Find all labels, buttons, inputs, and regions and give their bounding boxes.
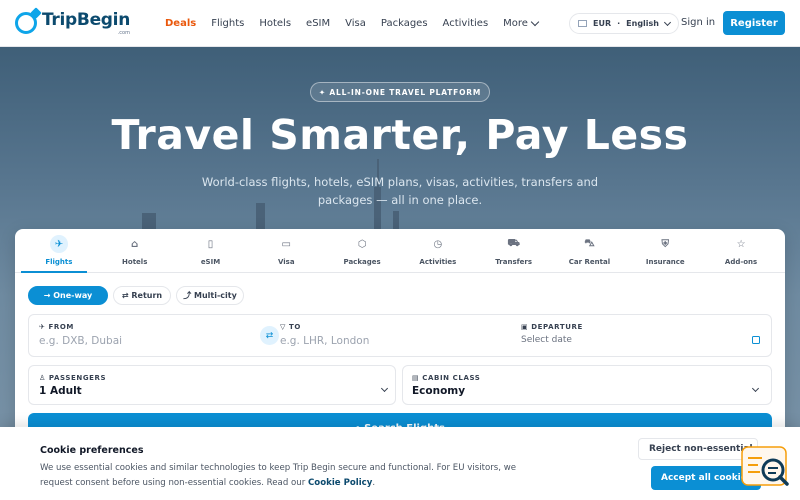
nav-packages[interactable]: Packages (381, 18, 428, 29)
tab-packages[interactable]: ⬡ Packages (324, 229, 400, 272)
nav-more-menu[interactable]: More (503, 17, 540, 29)
tab-label: Visa (277, 258, 295, 266)
trip-type-multi-city[interactable]: ⤴ Multi-city (176, 286, 244, 305)
tab-label: Activities (419, 258, 457, 266)
shield-icon: ⛨ (661, 238, 670, 250)
logo-text: TripBegin (42, 10, 130, 30)
cookie-text: We use essential cookies and similar tec… (40, 461, 530, 491)
nav-more-label: More (503, 17, 528, 29)
route-fields (28, 314, 772, 357)
tab-label: Flights (45, 258, 73, 266)
star-icon: ☆ (736, 238, 746, 250)
currency-language-selector[interactable]: EUR · English (569, 13, 679, 34)
calendar-icon[interactable] (752, 336, 760, 344)
tab-hotels[interactable]: ⌂ Hotels (97, 229, 173, 272)
cookie-policy-link[interactable]: Cookie Policy (308, 478, 372, 488)
tab-car-rental[interactable]: ⛍ Car Rental (552, 229, 628, 272)
trip-type-one-way[interactable]: → One-way (28, 286, 108, 305)
tab-label: Add-ons (724, 258, 758, 266)
nav-activities[interactable]: Activities (443, 18, 489, 29)
to-input[interactable]: e.g. LHR, London (280, 335, 369, 347)
building-icon: ⌂ (131, 238, 139, 250)
selector-separator: · (617, 19, 621, 28)
cookie-body: We use essential cookies and similar tec… (40, 463, 517, 488)
language-value: English (626, 19, 659, 28)
cabin-class-label: ▤ CABIN CLASS (412, 374, 481, 382)
tab-label: Car Rental (568, 258, 611, 266)
nav-flights[interactable]: Flights (211, 18, 244, 29)
passengers-select[interactable] (28, 365, 396, 405)
to-label: ▽ TO (280, 323, 301, 331)
tab-label: Insurance (645, 258, 685, 266)
nav-visa[interactable]: Visa (345, 18, 366, 29)
main-nav: Deals Flights Hotels eSIM Visa Packages … (165, 17, 540, 29)
hero-title: Travel Smarter, Pay Less (111, 111, 689, 159)
clock-icon: ◷ (433, 238, 443, 250)
cookie-title: Cookie preferences (40, 445, 144, 456)
passport-icon: ▭ (281, 238, 291, 250)
swap-route-icon[interactable]: ⇄ (260, 326, 279, 345)
tab-activities[interactable]: ◷ Activities (400, 229, 476, 272)
register-button[interactable]: Register (723, 11, 785, 35)
tab-insurance[interactable]: ⛨ Insurance (627, 229, 703, 272)
service-tabs: ✈ Flights ⌂ Hotels ▯ eSIM ▭ Visa ⬡ Packa… (15, 229, 785, 273)
logo-plane-icon (15, 12, 37, 34)
tab-add-ons[interactable]: ☆ Add-ons (703, 229, 779, 272)
departure-label: ▣ DEPARTURE (521, 323, 583, 331)
cookie-period: . (372, 478, 376, 488)
platform-badge: ✦ ALL-IN-ONE TRAVEL PLATFORM (310, 82, 490, 102)
package-icon: ⬡ (357, 238, 367, 250)
nav-esim[interactable]: eSIM (306, 18, 330, 29)
shuttle-icon: ⛟ (507, 237, 520, 249)
nav-deals[interactable]: Deals (165, 18, 196, 29)
car-icon: ⛍ (584, 237, 595, 249)
tab-esim[interactable]: ▯ eSIM (173, 229, 249, 272)
flag-icon (578, 20, 587, 27)
plane-icon: ✈ (49, 235, 68, 253)
passengers-label: ♙ PASSENGERS (39, 374, 107, 382)
tab-label: Hotels (122, 258, 148, 266)
logo[interactable]: TripBegin .com (15, 10, 165, 36)
logo-subtext: .com (117, 30, 130, 36)
cookie-banner: Cookie preferences We use essential cook… (0, 427, 800, 500)
tab-flights[interactable]: ✈ Flights (21, 229, 97, 273)
tab-transfers[interactable]: ⛟ Transfers (476, 229, 552, 272)
chevron-down-icon (663, 18, 672, 26)
top-navigation: TripBegin .com Deals Flights Hotels eSIM… (0, 0, 800, 47)
from-label: ✈ FROM (39, 323, 74, 331)
nav-hotels[interactable]: Hotels (259, 18, 291, 29)
tab-label: Transfers (495, 258, 533, 266)
departure-input[interactable]: Select date (521, 335, 572, 345)
sign-in-link[interactable]: Sign in (681, 17, 715, 28)
tab-label: Packages (343, 258, 381, 266)
passengers-value: 1 Adult (39, 385, 82, 397)
sim-card-icon: ▯ (207, 238, 214, 250)
cabin-class-value: Economy (412, 385, 466, 397)
tab-visa[interactable]: ▭ Visa (248, 229, 324, 272)
currency-value: EUR (593, 19, 612, 28)
trip-type-return[interactable]: ⇄ Return (113, 286, 171, 305)
from-input[interactable]: e.g. DXB, Dubai (39, 335, 122, 347)
support-chat-icon[interactable] (740, 446, 790, 490)
chevron-down-icon (530, 17, 540, 26)
tab-label: eSIM (200, 258, 221, 266)
hero-subtitle: World-class flights, hotels, eSIM plans,… (201, 175, 599, 207)
